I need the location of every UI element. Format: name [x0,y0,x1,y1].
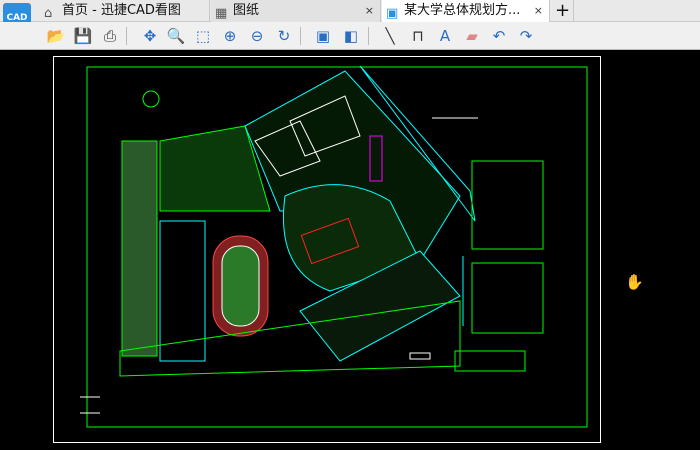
tab-label: 某大学总体规划方... [404,3,521,18]
zoom-previous-icon[interactable]: ↻ [274,26,294,46]
hand-cursor-icon: ✋ [625,273,644,291]
plus-icon: + [554,0,571,21]
open-icon[interactable]: 📂 [46,26,66,46]
measure-line-icon[interactable]: ╲ [380,26,400,46]
divider [126,27,127,45]
tab-label: 图纸 [233,3,260,18]
cad-drawing [80,65,588,428]
save-icon[interactable]: 💾 [73,26,93,46]
divider [368,27,369,45]
zoom-realtime-icon[interactable]: 🔍 [166,26,186,46]
sports-courts [159,220,206,362]
drawing-canvas[interactable]: ✋ [0,51,700,450]
toolbar: 📂 💾 ⎙ ✥ 🔍 ⬚ ⊕ ⊖ ↻ ▣ ◧ ╲ ⊓ A ▰ ↶ ↷ [0,22,700,50]
undo-icon[interactable]: ↶ [489,26,509,46]
tab-bar: ⌂ 首页 - 迅捷CAD看图 ▦ 图纸 × ▣ 某大学总体规划方... × + [0,0,700,22]
statistics-table [471,262,544,334]
new-tab-button[interactable]: + [552,0,574,22]
legend-swatch [409,352,431,360]
close-icon[interactable]: × [534,0,543,22]
close-icon[interactable]: × [365,0,374,22]
zoom-window-icon[interactable]: ⬚ [193,26,213,46]
zoom-out-icon[interactable]: ⊖ [247,26,267,46]
text-icon[interactable]: A [435,26,455,46]
tab-label: 首页 - 迅捷CAD看图 [62,3,181,18]
eraser-icon[interactable]: ▰ [462,26,482,46]
pan-icon[interactable]: ✥ [140,26,160,46]
green-belt [121,140,158,357]
print-icon[interactable]: ⎙ [100,26,120,46]
legend-table [471,160,544,250]
divider [300,27,301,45]
layer-icon[interactable]: ◧ [341,26,361,46]
north-arrow [142,90,160,108]
zoom-in-icon[interactable]: ⊕ [220,26,240,46]
3d-view-icon[interactable]: ▣ [313,26,333,46]
football-field [221,245,260,327]
redo-icon[interactable]: ↷ [516,26,536,46]
tab-campus-plan[interactable]: ▣ 某大学总体规划方... × [382,0,550,22]
dimension-icon[interactable]: ⊓ [408,26,428,46]
legend-swatch [454,350,526,372]
tab-home[interactable]: ⌂ 首页 - 迅捷CAD看图 [40,0,210,22]
tab-drawings[interactable]: ▦ 图纸 × [211,0,381,22]
